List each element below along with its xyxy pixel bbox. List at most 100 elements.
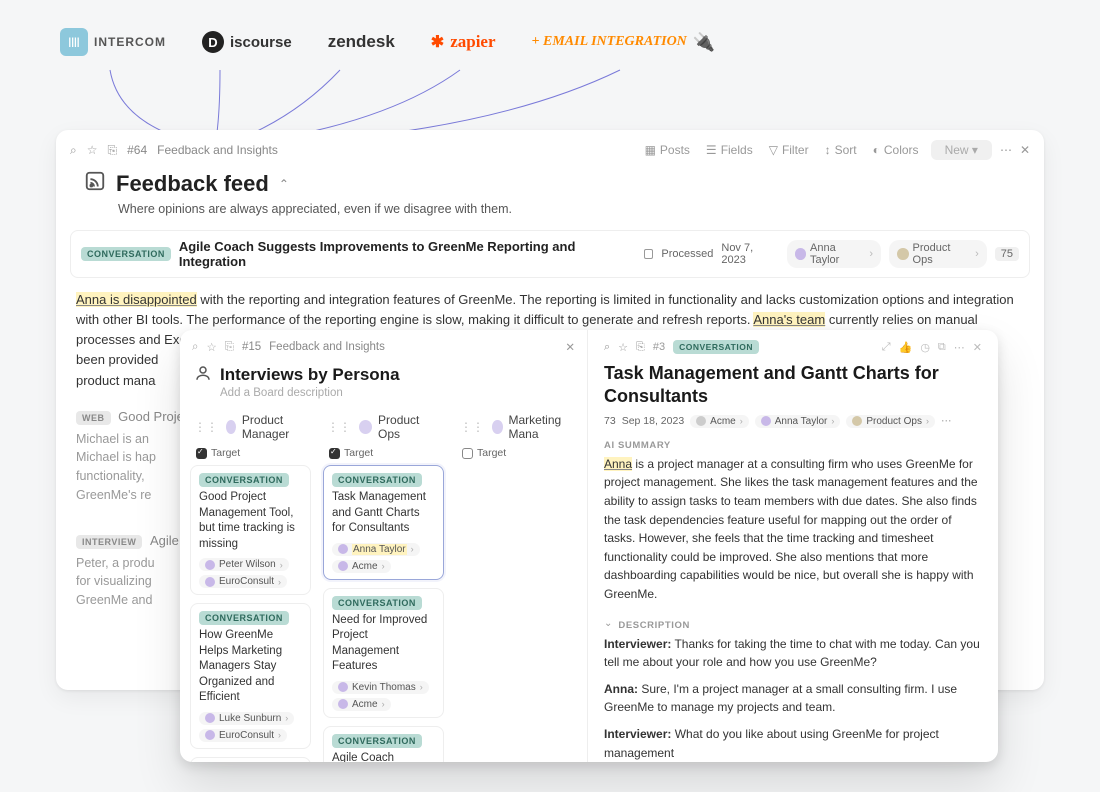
card-chip[interactable]: Luke Sunburn› [199,712,294,725]
more-icon[interactable]: ⋯ [954,341,965,354]
kanban-card[interactable]: CONVERSATION Agile Coach Suggests Improve… [323,726,444,762]
kanban-card[interactable]: CONVERSATIONA User-Friendly Project Mana… [190,757,311,762]
ai-summary-text: is a project manager at a consulting fir… [604,457,978,601]
star-icon[interactable]: ☆ [206,340,216,354]
column-header[interactable]: ⋮⋮Marketing Mana [454,409,579,445]
detail-meta: 73 Sep 18, 2023 Acme› Anna Taylor› Produ… [604,415,982,428]
target-checkbox[interactable] [196,448,207,459]
page-subtitle: Where opinions are always appreciated, e… [56,200,1044,230]
fields-button[interactable]: ☰ Fields [702,141,757,159]
new-button[interactable]: New ▾ [931,140,992,160]
link-icon[interactable]: ⎘ [225,341,234,354]
target-label: Target [477,447,506,459]
column-header[interactable]: ⋮⋮Product Manager [188,409,313,445]
overlay-crumb-label[interactable]: Feedback and Insights [269,341,385,353]
target-row[interactable]: Target [188,445,313,465]
conversation-row[interactable]: CONVERSATION Agile Coach Suggests Improv… [70,230,1030,278]
chevron-down-icon[interactable]: ⌄ [604,618,612,629]
author-chip[interactable]: Anna Taylor› [755,415,841,428]
qa-line: Interviewer: Thanks for taking the time … [604,635,982,672]
chevron-right-icon: › [382,699,385,709]
close-icon[interactable]: ✕ [565,340,575,354]
column-header[interactable]: ⋮⋮Product Ops [321,409,446,445]
expand-icon[interactable]: ⤢ [882,341,891,354]
overlay-subtitle[interactable]: Add a Board description [180,387,587,409]
posts-button[interactable]: ▦ Posts [641,141,694,159]
card-title: Agile Coach Suggests Improvements to Gre… [332,751,435,762]
card-chip[interactable]: Acme› [332,698,391,711]
avatar-icon [205,730,215,740]
qa-speaker: Interviewer: [604,727,671,741]
card-chip[interactable]: EuroConsult› [199,575,287,588]
card-title: How GreenMe Helps Marketing Managers Sta… [199,628,302,706]
kanban-card[interactable]: CONVERSATIONGood Project Management Tool… [190,465,311,595]
chevron-up-icon[interactable]: ⌃ [279,177,289,191]
integration-logos-row: |||| INTERCOM iscourse zendesk ✱ zapier … [0,0,1100,64]
link-icon[interactable]: ⎘ [636,341,645,354]
card-tag: CONVERSATION [332,734,422,748]
target-row[interactable]: Target [321,445,446,465]
target-checkbox[interactable] [462,448,473,459]
card-chip[interactable]: Peter Wilson› [199,558,289,571]
sort-button[interactable]: ↕ Sort [821,141,861,159]
company-chip[interactable]: Acme› [690,415,749,428]
card-chip[interactable]: Kevin Thomas› [332,681,429,694]
conversation-title: Agile Coach Suggests Improvements to Gre… [179,239,636,269]
detail-crumb-tag: CONVERSATION [673,340,759,354]
card-chip[interactable]: Acme› [332,560,391,573]
more-icon[interactable]: ⋯ [941,415,952,427]
copy-icon[interactable]: ⧉ [938,341,946,354]
search-icon[interactable]: ⌕ [604,341,610,354]
link-icon[interactable]: ⎘ [108,143,118,158]
persona-icon [194,364,212,385]
status-text: Processed [661,248,713,260]
chevron-right-icon: › [278,730,281,740]
card-header: ⌕ ☆ ⎘ #64 Feedback and Insights ▦ Posts … [56,130,1044,166]
overlay-board-header: ⌕ ☆ ⎘ #15 Feedback and Insights ✕ [180,330,587,364]
close-icon[interactable]: ✕ [1020,143,1030,157]
more-icon[interactable]: ⋯ [1000,143,1012,157]
colors-button[interactable]: ◐ Colors [869,141,923,159]
star-icon[interactable]: ☆ [87,143,98,157]
kanban-card[interactable]: CONVERSATIONNeed for Improved Project Ma… [323,588,444,718]
avatar-icon [205,577,215,587]
feed-icon [84,170,106,198]
drag-handle-icon[interactable]: ⋮⋮ [460,420,484,434]
target-checkbox[interactable] [329,448,340,459]
zapier-icon: ✱ [431,32,444,52]
target-row[interactable]: Target [454,445,579,465]
web-tag: WEB [76,411,111,425]
chip-label: Kevin Thomas [352,682,416,693]
kanban-card[interactable]: CONVERSATIONTask Management and Gantt Ch… [323,465,444,580]
breadcrumb-id: #64 [127,143,147,157]
breadcrumb-label[interactable]: Feedback and Insights [157,143,278,157]
chip-label: Luke Sunburn [219,713,281,724]
thumbs-up-icon[interactable]: 👍 [899,341,913,354]
overlay-title: Interviews by Persona [220,365,400,385]
search-icon[interactable]: ⌕ [70,143,77,158]
group-chip[interactable]: Product Ops › [889,240,987,268]
group-chip[interactable]: Product Ops› [846,415,935,428]
avatar-icon [338,561,348,571]
card-chip[interactable]: EuroConsult› [199,729,287,742]
target-label: Target [211,447,240,459]
drag-handle-icon[interactable]: ⋮⋮ [194,420,218,434]
drag-handle-icon[interactable]: ⋮⋮ [327,420,351,434]
search-icon[interactable]: ⌕ [192,341,198,354]
star-icon[interactable]: ☆ [618,341,628,354]
ai-highlight-name: Anna [604,457,632,471]
overlay-board: ⌕ ☆ ⎘ #15 Feedback and Insights ✕ Interv… [180,330,588,762]
faded-title-2: Agile [150,533,179,548]
close-icon[interactable]: ✕ [973,341,982,354]
kanban-card[interactable]: CONVERSATIONHow GreenMe Helps Marketing … [190,603,311,749]
discourse-logo: iscourse [202,31,292,53]
intercom-logo: |||| INTERCOM [60,28,166,56]
card-chip[interactable]: Anna Taylor› [332,543,420,556]
email-integration-label: + EMAIL INTEGRATION 🔌 [532,32,716,53]
filter-button[interactable]: ▽ Filter [765,141,813,159]
author-chip[interactable]: Anna Taylor › [787,240,882,268]
overlay-crumb-id: #15 [242,341,261,353]
count-badge: 75 [995,247,1019,261]
clock-icon[interactable]: ◷ [920,341,930,354]
intercom-icon: |||| [60,28,88,56]
